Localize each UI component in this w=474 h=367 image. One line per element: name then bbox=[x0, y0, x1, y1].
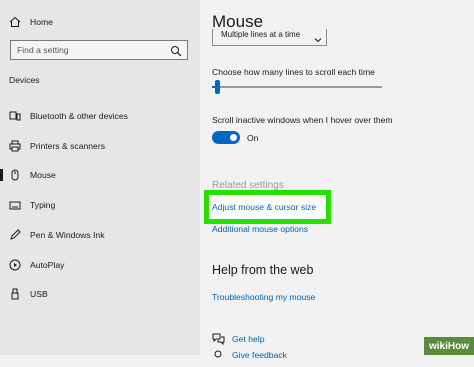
sidebar-item-autoplay[interactable]: AutoPlay bbox=[0, 253, 200, 277]
sidebar-item-label: Mouse bbox=[30, 170, 56, 180]
sidebar-item-label: AutoPlay bbox=[30, 260, 65, 270]
watermark-text: wikiHow bbox=[428, 340, 469, 352]
main-content: Mouse Multiple lines at a time Choose ho… bbox=[200, 0, 474, 360]
get-help-link[interactable]: Get help bbox=[232, 334, 265, 344]
inactive-scroll-toggle[interactable] bbox=[212, 131, 240, 144]
sidebar-item-bluetooth[interactable]: Bluetooth & other devices bbox=[0, 104, 200, 128]
give-feedback-link[interactable]: Give feedback bbox=[232, 350, 287, 360]
search-input[interactable] bbox=[17, 41, 167, 59]
search-box[interactable] bbox=[10, 40, 188, 60]
keyboard-icon bbox=[8, 198, 22, 212]
sidebar-item-typing[interactable]: Typing bbox=[0, 193, 200, 217]
sidebar-home-label: Home bbox=[30, 17, 53, 27]
sidebar-home[interactable]: Home bbox=[0, 10, 200, 34]
inactive-scroll-label: Scroll inactive windows when I hover ove… bbox=[212, 115, 393, 125]
autoplay-icon bbox=[8, 258, 22, 272]
toggle-state-label: On bbox=[247, 133, 259, 143]
toggle-knob bbox=[230, 134, 237, 141]
lines-slider-thumb[interactable] bbox=[215, 80, 220, 94]
sidebar-item-label: Printers & scanners bbox=[30, 141, 105, 151]
sidebar-item-mouse[interactable]: Mouse bbox=[0, 163, 200, 187]
adjust-mouse-cursor-link[interactable]: Adjust mouse & cursor size bbox=[212, 202, 316, 212]
sidebar-item-printers[interactable]: Printers & scanners bbox=[0, 134, 200, 158]
section-devices: Devices bbox=[9, 75, 40, 85]
help-heading: Help from the web bbox=[212, 263, 314, 277]
feedback-icon bbox=[212, 349, 225, 362]
home-icon bbox=[8, 15, 22, 29]
bluetooth-devices-icon bbox=[8, 109, 22, 123]
sidebar-item-label: Typing bbox=[30, 200, 56, 210]
get-help-icon bbox=[212, 332, 225, 346]
sidebar-item-label: Pen & Windows Ink bbox=[30, 230, 105, 240]
selection-indicator bbox=[0, 169, 3, 181]
lines-slider-track[interactable] bbox=[212, 86, 382, 88]
pen-icon bbox=[8, 228, 22, 242]
sidebar-item-usb[interactable]: USB bbox=[0, 282, 200, 306]
printer-icon bbox=[8, 139, 22, 153]
chevron-down-icon bbox=[314, 31, 322, 43]
sidebar-item-label: USB bbox=[30, 289, 48, 299]
troubleshooting-link[interactable]: Troubleshooting my mouse bbox=[212, 292, 315, 302]
search-icon[interactable] bbox=[170, 44, 182, 57]
dropdown-value: Multiple lines at a time bbox=[221, 30, 301, 39]
sidebar-item-label: Bluetooth & other devices bbox=[30, 111, 128, 121]
wikihow-watermark: wikiHow bbox=[424, 337, 474, 355]
scroll-mode-dropdown[interactable]: Multiple lines at a time bbox=[212, 29, 327, 46]
mouse-icon bbox=[8, 168, 22, 182]
usb-icon bbox=[8, 287, 22, 301]
additional-mouse-options-link[interactable]: Additional mouse options bbox=[212, 224, 308, 234]
sidebar: Home Devices Bluetooth & other devices P… bbox=[0, 0, 200, 355]
sidebar-item-pen[interactable]: Pen & Windows Ink bbox=[0, 223, 200, 247]
lines-label: Choose how many lines to scroll each tim… bbox=[212, 67, 375, 77]
